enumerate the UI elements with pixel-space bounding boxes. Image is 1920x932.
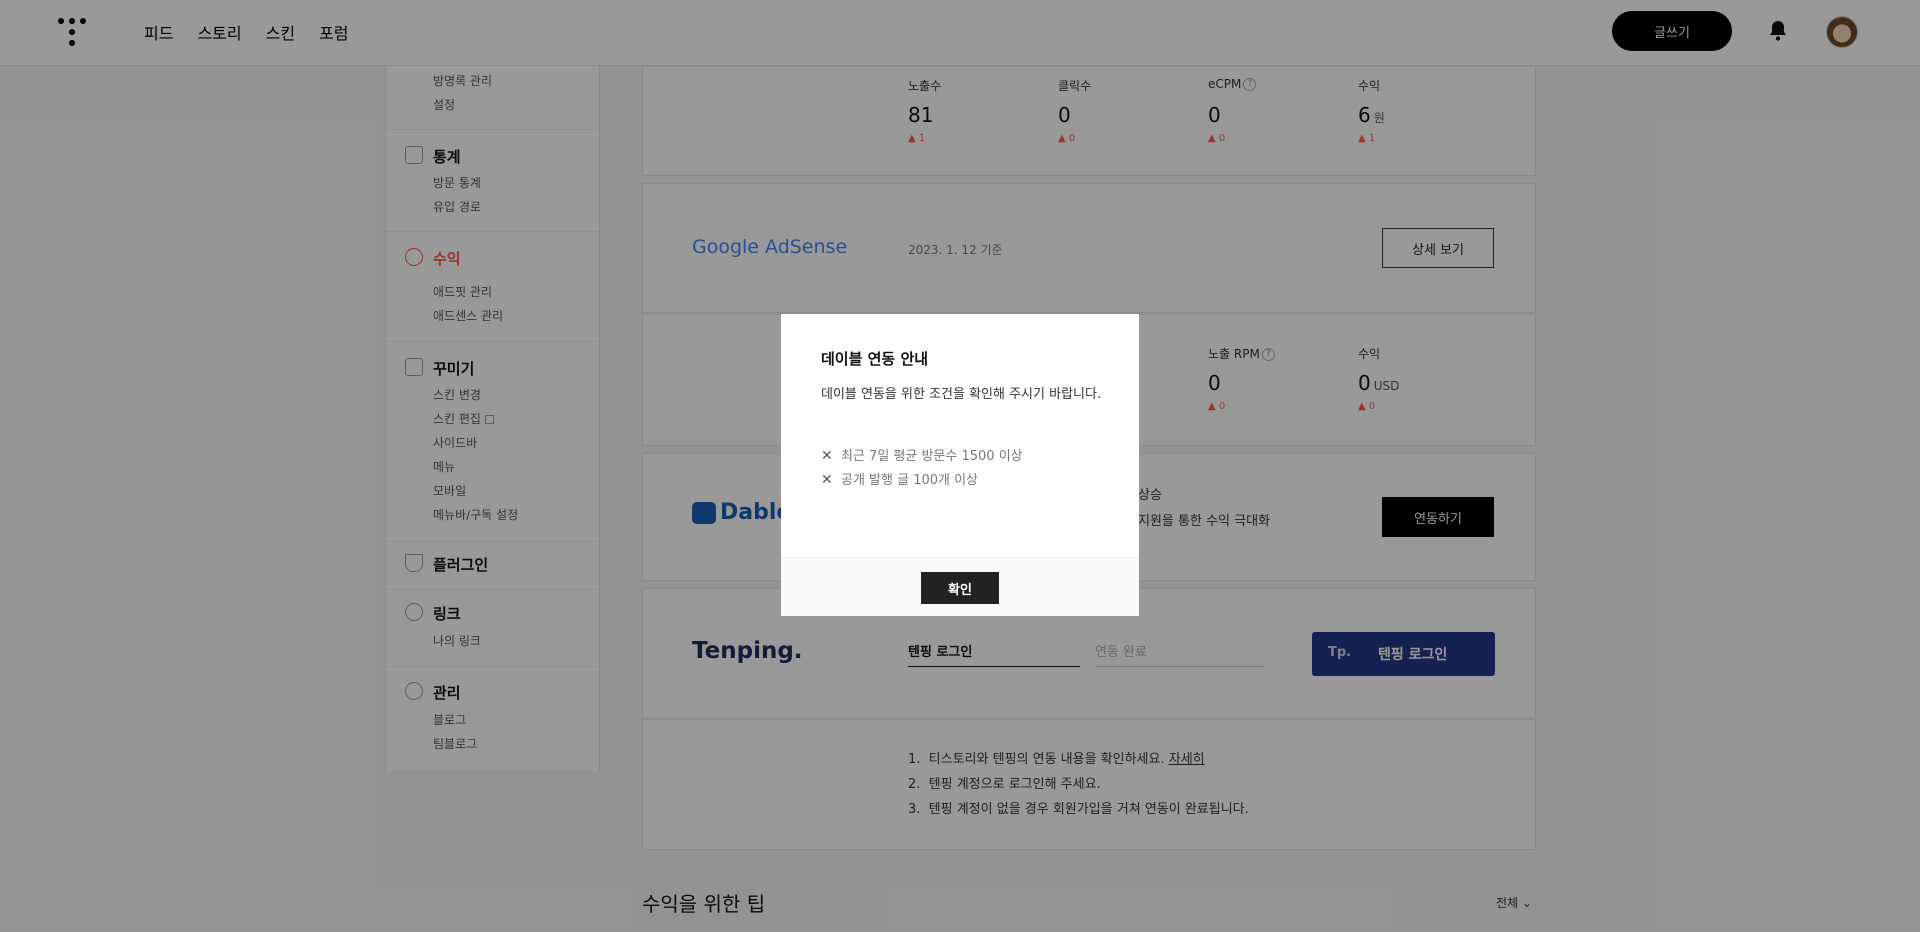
dable-notice-modal: 데이블 연동 안내 데이블 연동을 위한 조건을 확인해 주시기 바랍니다. ✕… xyxy=(781,314,1139,616)
condition-text: 공개 발행 글 100개 이상 xyxy=(841,473,979,488)
confirm-button[interactable]: 확인 xyxy=(921,572,999,604)
modal-footer: 확인 xyxy=(781,557,1139,616)
modal-title: 데이블 연동 안내 xyxy=(821,350,929,368)
close-x-icon: ✕ xyxy=(821,448,833,464)
condition-item: ✕ 최근 7일 평균 방문수 1500 이상 xyxy=(821,445,1023,464)
modal-description: 데이블 연동을 위한 조건을 확인해 주시기 바랍니다. xyxy=(821,387,1102,402)
condition-text: 최근 7일 평균 방문수 1500 이상 xyxy=(841,449,1023,464)
condition-item: ✕ 공개 발행 글 100개 이상 xyxy=(821,469,978,488)
close-x-icon: ✕ xyxy=(821,472,833,488)
